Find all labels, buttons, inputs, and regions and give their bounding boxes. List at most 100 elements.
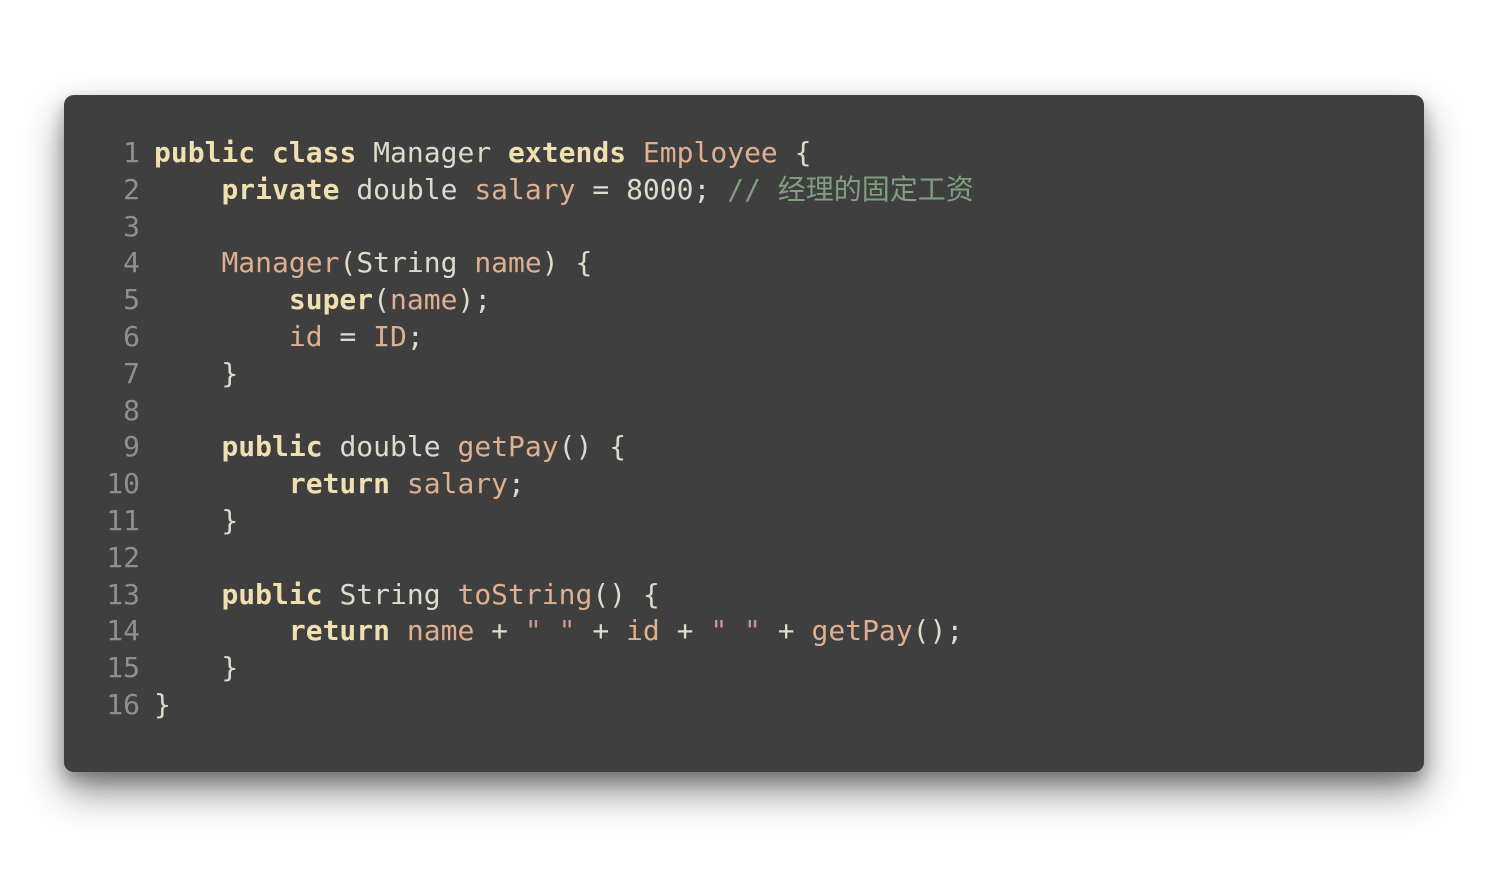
function-token: getPay xyxy=(457,430,559,464)
punctuation-token xyxy=(441,430,458,463)
line-number: 4 xyxy=(123,246,140,280)
identifier-token: Employee xyxy=(642,136,778,169)
line-content: } xyxy=(140,687,1424,724)
punctuation-token xyxy=(154,614,289,647)
punctuation-token xyxy=(457,173,474,206)
number-token: 8000 xyxy=(626,172,694,206)
line-content xyxy=(140,209,1424,246)
punctuation-token: ( xyxy=(339,246,357,280)
punctuation-token xyxy=(154,320,289,353)
keyword-token: public xyxy=(221,577,323,611)
punctuation-token: + xyxy=(474,614,525,648)
line-content: return salary; xyxy=(140,466,1424,503)
line-number: 1 xyxy=(123,136,140,169)
line-number: 2 xyxy=(123,172,140,206)
punctuation-token: () { xyxy=(592,577,660,611)
type-token: Manager xyxy=(373,136,492,169)
punctuation-token xyxy=(457,246,474,279)
punctuation-token: ; xyxy=(406,319,424,353)
line-number: 12 xyxy=(106,540,140,574)
identifier-token: ID xyxy=(373,319,407,353)
punctuation-token xyxy=(441,578,458,611)
type-token: double xyxy=(339,430,441,464)
code-line: 16} xyxy=(64,687,1424,724)
identifier-token: salary xyxy=(406,467,509,501)
function-token: toString xyxy=(457,577,593,611)
type-token: double xyxy=(356,172,458,206)
line-content xyxy=(140,393,1424,430)
code-line: 1 public class Manager extends Employee { xyxy=(64,135,1424,172)
line-number: 10 xyxy=(106,467,140,501)
identifier-token: name xyxy=(474,246,542,280)
identifier-token: id xyxy=(626,614,660,648)
identifier-token: name xyxy=(406,614,475,648)
punctuation-token: + xyxy=(659,614,711,648)
punctuation-token xyxy=(154,283,289,316)
line-content: public String toString() { xyxy=(140,577,1424,614)
punctuation-token: } xyxy=(154,356,239,390)
line-content: private double salary = 8000; // 经理的固定工资 xyxy=(140,172,1424,209)
punctuation-token: ; xyxy=(508,467,525,501)
punctuation-token xyxy=(626,136,643,169)
line-number: 14 xyxy=(106,614,140,648)
punctuation-token xyxy=(323,578,340,611)
punctuation-token: () { xyxy=(558,430,627,464)
line-content: Manager(String name) { xyxy=(140,245,1424,282)
punctuation-token xyxy=(154,430,221,463)
keyword-token: super xyxy=(288,283,374,317)
punctuation-token: } xyxy=(154,651,239,685)
punctuation-token: ; xyxy=(693,172,728,206)
code-line: 2 private double salary = 8000; // 经理的固定… xyxy=(64,172,1424,209)
keyword-token: public xyxy=(154,136,256,169)
code-line: 12 xyxy=(64,540,1424,577)
code-line: 7 } xyxy=(64,356,1424,393)
punctuation-token: ); xyxy=(457,283,492,317)
punctuation-token xyxy=(255,136,272,169)
punctuation-token xyxy=(154,578,221,611)
line-number: 11 xyxy=(106,503,140,537)
line-number: 6 xyxy=(123,319,140,353)
function-token: getPay xyxy=(811,614,913,648)
code-line: 5 super(name); xyxy=(64,282,1424,319)
line-number: 13 xyxy=(106,577,140,611)
type-token: String xyxy=(356,246,458,280)
line-content: return name + " " + id + " " + getPay(); xyxy=(140,613,1424,650)
identifier-token: id xyxy=(288,319,323,353)
identifier-token: name xyxy=(390,283,458,317)
punctuation-token: + xyxy=(575,614,627,648)
code-line: 9 public double getPay() { xyxy=(64,429,1424,466)
code-lines: 1 public class Manager extends Employee {… xyxy=(64,135,1424,724)
punctuation-token xyxy=(390,467,407,500)
line-number: 16 xyxy=(106,687,140,721)
code-line: 15 } xyxy=(64,650,1424,687)
string-token: " " xyxy=(524,614,576,648)
line-number: 7 xyxy=(123,356,140,390)
keyword-token: return xyxy=(288,467,391,501)
line-number: 9 xyxy=(123,430,140,464)
code-line: 3 xyxy=(64,209,1424,246)
code-line: 4 Manager(String name) { xyxy=(64,245,1424,282)
code-line: 11 } xyxy=(64,503,1424,540)
punctuation-token: + xyxy=(760,614,812,648)
line-content: public class Manager extends Employee { xyxy=(140,135,1424,172)
line-content: } xyxy=(140,650,1424,687)
punctuation-token xyxy=(339,173,356,206)
line-content: } xyxy=(140,503,1424,540)
code-block: 1 public class Manager extends Employee {… xyxy=(64,95,1424,772)
keyword-token: public xyxy=(221,430,323,464)
line-number: 8 xyxy=(123,393,140,427)
code-line: 10 return salary; xyxy=(64,466,1424,503)
punctuation-token: = xyxy=(322,319,374,353)
line-content: super(name); xyxy=(140,282,1424,319)
keyword-token: class xyxy=(272,136,357,169)
punctuation-token xyxy=(154,246,221,279)
punctuation-token xyxy=(390,614,407,647)
keyword-token: return xyxy=(288,614,391,648)
punctuation-token xyxy=(356,136,373,169)
punctuation-token xyxy=(154,467,289,500)
punctuation-token: ( xyxy=(373,283,391,317)
line-number: 15 xyxy=(106,651,140,685)
comment-token: // 经理的固定工资 xyxy=(727,172,974,206)
type-token: String xyxy=(339,577,441,611)
line-number: 5 xyxy=(123,283,140,317)
